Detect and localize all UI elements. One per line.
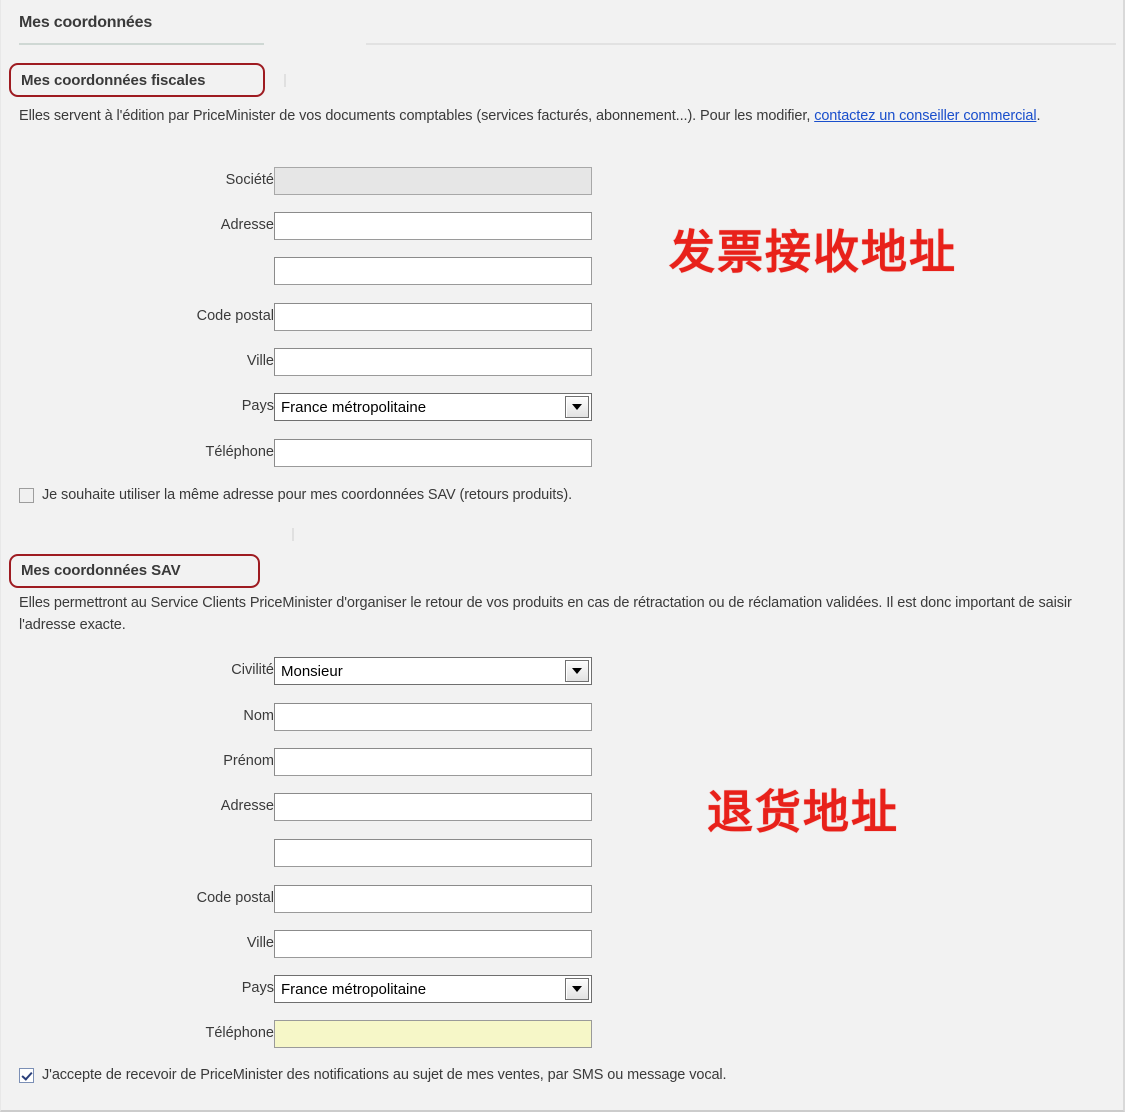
checkbox-notifications-label: J'accepte de recevoir de PriceMinister d… [42, 1067, 727, 1083]
select-sav-pays[interactable]: France métropolitaine [274, 975, 592, 1003]
form-row-sav-code-postal: Code postal [1, 885, 601, 915]
checkbox-same-address[interactable] [19, 487, 34, 503]
select-pays-value: France métropolitaine [281, 398, 427, 416]
label-nom: Nom [243, 708, 274, 724]
contact-advisor-link[interactable]: contactez un conseiller commercial [814, 108, 1036, 124]
tab-active-underline [19, 43, 264, 45]
input-prenom[interactable] [274, 748, 592, 776]
form-row-prenom: Prénom [1, 748, 601, 778]
chevron-down-icon[interactable] [565, 396, 589, 418]
fiscal-section-heading: Mes coordonnées fiscales [21, 72, 206, 89]
chevron-down-icon[interactable] [565, 660, 589, 682]
form-row-telephone: Téléphone [1, 439, 601, 469]
label-sav-pays: Pays [241, 980, 274, 996]
form-row-code-postal: Code postal [1, 303, 601, 333]
form-row-adresse-line2 [1, 257, 601, 287]
select-sav-pays-value: France métropolitaine [281, 980, 427, 998]
form-row-societe: Société [1, 167, 601, 197]
heading-tick-marker-2 [292, 528, 294, 541]
label-societe: Société [225, 172, 274, 188]
form-row-sav-telephone: Téléphone [1, 1020, 601, 1050]
input-ville[interactable] [274, 348, 592, 376]
select-civilite[interactable]: Monsieur [274, 657, 592, 685]
input-telephone[interactable] [274, 439, 592, 467]
input-sav-ville[interactable] [274, 930, 592, 958]
label-pays: Pays [241, 398, 274, 414]
select-pays[interactable]: France métropolitaine [274, 393, 592, 421]
settings-page: Mes coordonnées Mes coordonnées fiscales… [0, 0, 1125, 1112]
label-sav-telephone: Téléphone [205, 1025, 274, 1041]
input-societe[interactable] [274, 167, 592, 195]
fiscal-description-text-1: Elles servent à l'édition par PriceMinis… [19, 108, 815, 124]
checkbox-row-same-address[interactable]: Je souhaite utiliser la même adresse pou… [19, 484, 572, 506]
sav-section-description: Elles permettront au Service Clients Pri… [19, 595, 1072, 633]
heading-tick-marker [284, 74, 286, 87]
input-sav-adresse-line2[interactable] [274, 839, 592, 867]
label-sav-code-postal: Code postal [196, 890, 274, 906]
form-row-sav-pays: Pays France métropolitaine [1, 975, 601, 1005]
checkbox-row-notifications[interactable]: J'accepte de recevoir de PriceMinister d… [19, 1064, 727, 1086]
form-row-ville: Ville [1, 348, 601, 378]
form-row-adresse: Adresse [1, 212, 601, 242]
annotation-invoice-address: 发票接收地址 [669, 225, 957, 279]
label-adresse: Adresse [220, 217, 274, 233]
checkbox-notifications[interactable] [19, 1067, 34, 1083]
label-ville: Ville [246, 353, 274, 369]
tab-bar: Mes coordonnées [1, 14, 1125, 46]
input-sav-adresse-line1[interactable] [274, 793, 592, 821]
label-prenom: Prénom [223, 753, 274, 769]
sav-section-heading: Mes coordonnées SAV [21, 562, 181, 579]
form-row-pays: Pays France métropolitaine [1, 393, 601, 423]
label-sav-adresse: Adresse [220, 798, 274, 814]
input-nom[interactable] [274, 703, 592, 731]
form-row-sav-adresse-line2 [1, 839, 601, 869]
form-row-civilite: Civilité Monsieur [1, 657, 601, 687]
label-telephone: Téléphone [205, 444, 274, 460]
tab-mes-coordonnees[interactable]: Mes coordonnées [19, 14, 152, 32]
annotation-return-address: 退货地址 [707, 785, 899, 839]
input-sav-code-postal[interactable] [274, 885, 592, 913]
label-code-postal: Code postal [196, 308, 274, 324]
form-row-sav-ville: Ville [1, 930, 601, 960]
fiscal-description-text-2: . [1036, 108, 1041, 124]
input-adresse-line1[interactable] [274, 212, 592, 240]
input-adresse-line2[interactable] [274, 257, 592, 285]
input-code-postal[interactable] [274, 303, 592, 331]
label-sav-ville: Ville [246, 935, 274, 951]
checkbox-same-address-label: Je souhaite utiliser la même adresse pou… [42, 487, 573, 503]
tab-strip-rule [366, 43, 1116, 45]
form-row-nom: Nom [1, 703, 601, 733]
label-civilite: Civilité [231, 662, 274, 678]
input-sav-telephone[interactable] [274, 1020, 592, 1048]
select-civilite-value: Monsieur [281, 662, 343, 680]
fiscal-section-description: Elles servent à l'édition par PriceMinis… [19, 105, 1104, 127]
form-row-sav-adresse: Adresse [1, 793, 601, 823]
chevron-down-icon[interactable] [565, 978, 589, 1000]
